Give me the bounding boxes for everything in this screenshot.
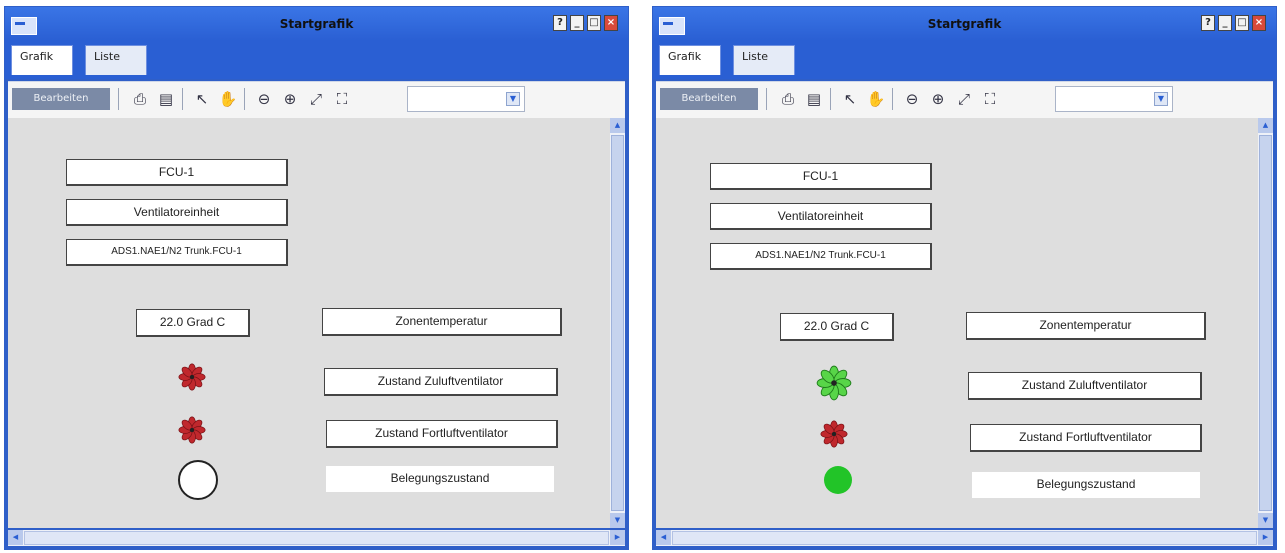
zoom-select-dropdown[interactable]: ▼ [407,86,525,112]
zoom-in-icon[interactable]: ⊕ [278,88,302,110]
scroll-thumb[interactable] [24,531,609,545]
scroll-thumb[interactable] [1259,135,1272,511]
device-reference-field: ADS1.NAE1/N2 Trunk.FCU-1 [66,239,288,266]
zoom-fit-icon[interactable]: ⤢ [304,88,328,110]
graphic-canvas: FCU-1 Ventilatoreinheit ADS1.NAE1/N2 Tru… [8,118,625,528]
zone-temperature-label: Zonentemperatur [966,312,1206,340]
tab-grafik[interactable]: Grafik [11,45,73,75]
scroll-right-icon[interactable]: ▶ [1258,530,1273,545]
zoom-in-icon[interactable]: ⊕ [926,88,950,110]
window-controls: ? _ □ × [1201,15,1266,31]
graphic-canvas: FCU-1 Ventilatoreinheit ADS1.NAE1/N2 Tru… [656,118,1273,528]
toolbar-divider [118,88,119,110]
title-bar: Startgrafik ? _ □ × [5,7,628,41]
toolbar-divider [766,88,767,110]
minimize-icon[interactable]: _ [1218,15,1232,31]
print-preview-icon[interactable]: ▤ [802,88,826,110]
tab-liste[interactable]: Liste [733,45,795,75]
device-name-field: FCU-1 [66,159,288,186]
vertical-scrollbar[interactable]: ▲ ▼ [610,118,625,528]
scroll-thumb[interactable] [672,531,1257,545]
occupancy-indicator [824,466,852,494]
device-type-field: Ventilatoreinheit [66,199,288,226]
toolbar-divider [182,88,183,110]
supply-fan-indicator [178,363,206,391]
graphic-window-right: Startgrafik ? _ □ × Grafik Liste Bearbei… [652,6,1277,550]
occupancy-label: Belegungszustand [972,472,1200,498]
zoom-fit-icon[interactable]: ⤢ [952,88,976,110]
device-name-field: FCU-1 [710,163,932,190]
print-icon[interactable]: ⎙ [776,88,800,110]
tab-grafik[interactable]: Grafik [659,45,721,75]
toolbar-divider [830,88,831,110]
occupancy-label: Belegungszustand [326,466,554,492]
device-reference-field: ADS1.NAE1/N2 Trunk.FCU-1 [710,243,932,270]
scroll-down-icon[interactable]: ▼ [610,513,625,528]
scroll-up-icon[interactable]: ▲ [610,118,625,133]
exhaust-fan-indicator [820,420,848,448]
window-title: Startgrafik [279,17,354,31]
device-type-field: Ventilatoreinheit [710,203,932,230]
supply-fan-label: Zustand Zuluftventilator [324,368,558,396]
horizontal-scrollbar[interactable]: ◀ ▶ [8,530,625,546]
toolbar-divider [244,88,245,110]
minimize-icon[interactable]: _ [570,15,584,31]
pan-hand-icon[interactable]: ✋ [216,88,240,110]
supply-fan-label: Zustand Zuluftventilator [968,372,1202,400]
scroll-thumb[interactable] [611,135,624,511]
maximize-icon[interactable]: □ [587,15,601,31]
tab-liste[interactable]: Liste [85,45,147,75]
horizontal-scrollbar[interactable]: ◀ ▶ [656,530,1273,546]
edit-button[interactable]: Bearbeiten [660,88,758,110]
exhaust-fan-indicator [178,416,206,444]
close-icon[interactable]: × [1252,15,1266,31]
exhaust-fan-label: Zustand Fortluftventilator [326,420,558,448]
scroll-left-icon[interactable]: ◀ [8,530,23,545]
chevron-down-icon[interactable]: ▼ [1154,92,1168,106]
graphic-window-left: Startgrafik ? _ □ × Grafik Liste Bearbei… [4,6,629,550]
tab-bar: Grafik Liste [653,41,1276,79]
window-controls: ? _ □ × [553,15,618,31]
maximize-icon[interactable]: □ [1235,15,1249,31]
edit-button[interactable]: Bearbeiten [12,88,110,110]
scroll-up-icon[interactable]: ▲ [1258,118,1273,133]
scroll-down-icon[interactable]: ▼ [1258,513,1273,528]
exhaust-fan-label: Zustand Fortluftventilator [970,424,1202,452]
zoom-out-icon[interactable]: ⊖ [900,88,924,110]
help-icon[interactable]: ? [1201,15,1215,31]
fan-icon [178,416,206,444]
window-title: Startgrafik [927,17,1002,31]
zoom-select-dropdown[interactable]: ▼ [1055,86,1173,112]
fan-icon [178,363,206,391]
pointer-icon[interactable]: ↖ [838,88,862,110]
pointer-icon[interactable]: ↖ [190,88,214,110]
supply-fan-indicator [816,365,852,401]
zoom-out-icon[interactable]: ⊖ [252,88,276,110]
fan-icon [816,365,852,401]
zoom-select-icon[interactable]: ⛶ [978,88,1002,110]
close-icon[interactable]: × [604,15,618,31]
zoom-select-icon[interactable]: ⛶ [330,88,354,110]
toolbar: Bearbeiten ⎙ ▤ ↖ ✋ ⊖ ⊕ ⤢ ⛶ ▼ [656,81,1273,119]
occupancy-indicator [178,460,218,500]
fan-icon [820,420,848,448]
toolbar-divider [892,88,893,110]
temperature-value-field: 22.0 Grad C [780,313,894,341]
scroll-left-icon[interactable]: ◀ [656,530,671,545]
print-preview-icon[interactable]: ▤ [154,88,178,110]
zone-temperature-label: Zonentemperatur [322,308,562,336]
pan-hand-icon[interactable]: ✋ [864,88,888,110]
title-bar: Startgrafik ? _ □ × [653,7,1276,41]
scroll-right-icon[interactable]: ▶ [610,530,625,545]
chevron-down-icon[interactable]: ▼ [506,92,520,106]
help-icon[interactable]: ? [553,15,567,31]
toolbar: Bearbeiten ⎙ ▤ ↖ ✋ ⊖ ⊕ ⤢ ⛶ ▼ [8,81,625,119]
temperature-value-field: 22.0 Grad C [136,309,250,337]
tab-bar: Grafik Liste [5,41,628,79]
vertical-scrollbar[interactable]: ▲ ▼ [1258,118,1273,528]
print-icon[interactable]: ⎙ [128,88,152,110]
